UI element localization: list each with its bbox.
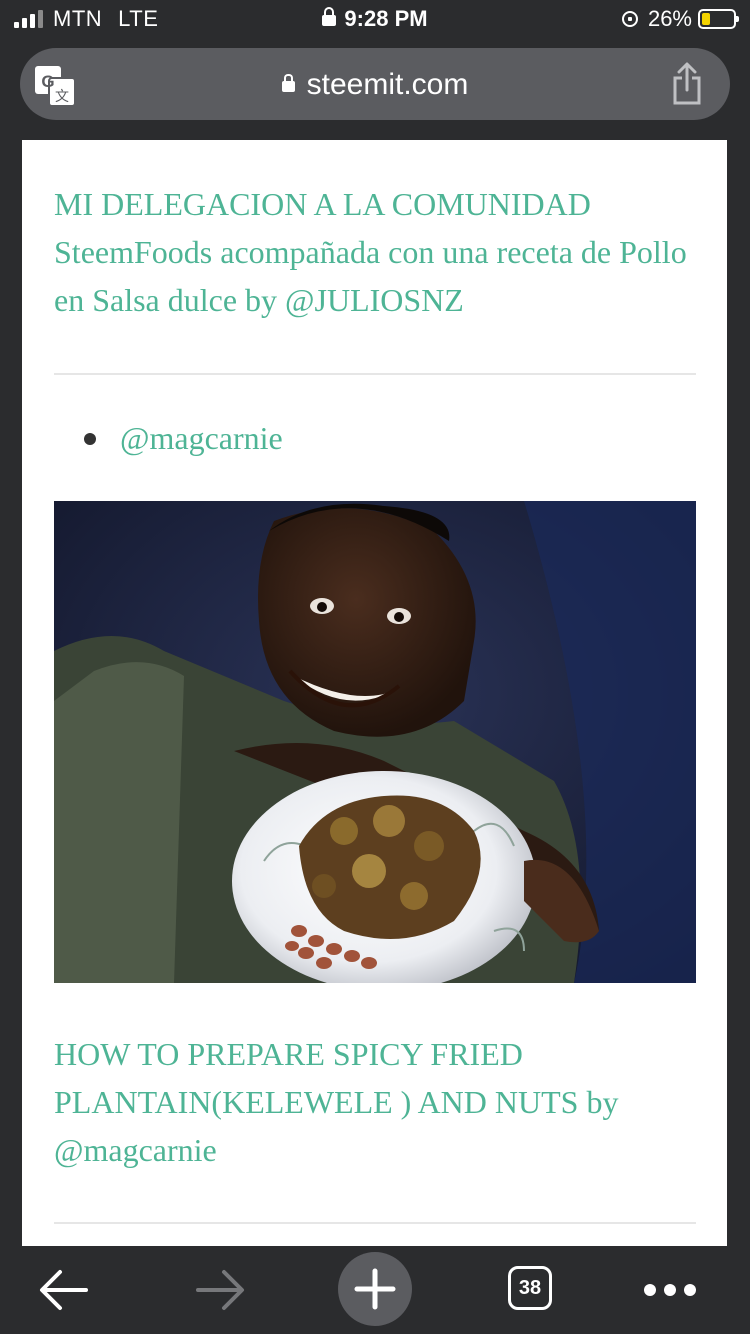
battery-icon (698, 9, 739, 29)
url-display[interactable]: steemit.com (20, 68, 730, 102)
page-content: MI DELEGACION A LA COMUNIDAD SteemFoods … (22, 140, 727, 1246)
bottom-toolbar: 38 (0, 1246, 750, 1334)
user-link[interactable]: @magcarnie (120, 420, 283, 457)
status-bar: MTN LTE 9:28 PM 26% (0, 0, 750, 40)
status-time: 9:28 PM (344, 6, 428, 31)
orientation-lock-icon (621, 11, 638, 27)
bullet-icon (84, 432, 96, 445)
more-icon[interactable] (644, 1284, 696, 1296)
url-text: steemit.com (306, 68, 469, 101)
battery-fill (702, 13, 710, 25)
lock-icon (281, 74, 295, 92)
status-right: 26% (621, 6, 739, 32)
divider (54, 373, 696, 375)
article-link-1[interactable]: MI DELEGACION A LA COMUNIDAD SteemFoods … (54, 180, 694, 324)
back-arrow-icon[interactable] (34, 1260, 94, 1320)
divider (54, 1222, 696, 1224)
list-item: @magcarnie (84, 420, 283, 457)
battery-percent: 26% (647, 6, 692, 31)
url-bar[interactable]: G 文 steemit.com (20, 48, 730, 120)
forward-arrow-icon[interactable] (190, 1260, 250, 1320)
lock-icon (322, 7, 337, 26)
share-icon[interactable] (670, 62, 704, 106)
tabs-icon[interactable]: 38 (508, 1266, 552, 1310)
browser-toolbar: G 文 steemit.com (0, 40, 750, 140)
post-photo[interactable] (54, 501, 696, 983)
article-link-2[interactable]: HOW TO PREPARE SPICY FRIED PLANTAIN(KELE… (54, 1030, 694, 1174)
plus-icon (354, 1268, 396, 1310)
new-tab-button[interactable] (338, 1252, 412, 1326)
